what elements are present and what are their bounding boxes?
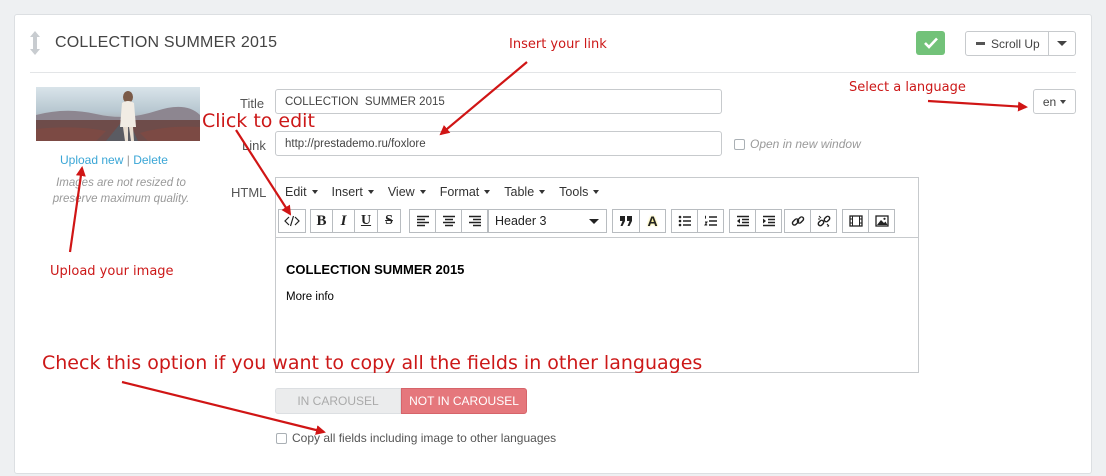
annotation-arrows — [68, 61, 1028, 435]
arrow-upload-image — [68, 166, 86, 253]
arrow-select-language — [927, 99, 1028, 112]
arrow-check-option — [121, 380, 326, 435]
arrow-click-to-edit — [235, 129, 292, 216]
arrow-insert-link — [439, 61, 528, 136]
